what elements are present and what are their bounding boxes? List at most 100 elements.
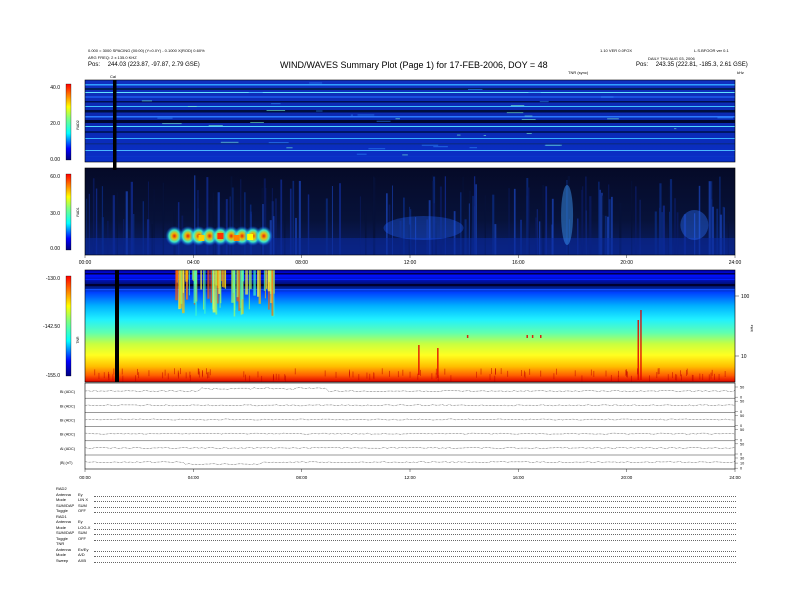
- footer-param-row: Sweep AXB: [56, 558, 736, 564]
- mag-right-label: 50: [740, 428, 744, 432]
- tnr-noise: [178, 372, 179, 379]
- tnr-noise: [121, 368, 123, 375]
- rad2-fleck: [456, 134, 461, 136]
- tnr-spike: [437, 348, 439, 378]
- tnr-burst-streak: [175, 270, 178, 301]
- rad2-cb-tick-1: 20.0: [50, 121, 60, 127]
- rad2-fleck: [250, 122, 264, 123]
- tnr-burst-streak: [265, 270, 268, 289]
- mag-rows: Bl (ADC)500Bl (ADC)500Bl (ADC)500Bl (ADC…: [60, 386, 744, 471]
- tnr-noise: [197, 368, 199, 375]
- rad2-fleck: [468, 89, 483, 90]
- tnr-noise: [500, 368, 502, 375]
- tnr-burst-streak: [204, 270, 206, 314]
- tnr-burst-streak: [185, 270, 188, 282]
- tnr-noise: [108, 371, 109, 378]
- tnr-noise: [335, 371, 337, 378]
- tnr-noise: [135, 375, 137, 382]
- rad2-band: [85, 138, 735, 139]
- rad2-band: [85, 116, 735, 118]
- rad1-burst-blob: [254, 226, 273, 246]
- tnr-burst-streak: [202, 270, 205, 310]
- tnr-noise: [148, 370, 150, 377]
- rad1-cb-tick-0: 60.0: [50, 174, 60, 180]
- tnr-noise: [373, 373, 375, 380]
- tnr-noise: [724, 371, 726, 378]
- tnr-burst-streak: [223, 270, 227, 288]
- rad1-cb-tick-1: 30.0: [50, 211, 60, 217]
- tnr-noise: [381, 368, 383, 375]
- mag-series-label: Al (ADC): [60, 447, 76, 451]
- tnr-right-label-100: 100: [741, 294, 750, 300]
- tnr-noise: [657, 368, 659, 375]
- tnr-noise: [103, 372, 105, 379]
- rad2-fleck: [433, 146, 448, 148]
- rad2-fleck: [674, 128, 677, 130]
- tnr-noise: [702, 373, 704, 380]
- tnr-noise: [691, 374, 693, 381]
- tnr-noise: [324, 370, 326, 377]
- tnr-noise: [714, 373, 715, 380]
- tnr-noise: [164, 369, 166, 376]
- tnr-noise: [626, 371, 627, 378]
- tnr-burst-streak: [238, 270, 241, 311]
- tnr-noise: [710, 372, 712, 379]
- tnr-burst-streak: [188, 270, 190, 296]
- tnr-noise: [494, 375, 496, 382]
- tnr-noise: [261, 375, 263, 382]
- tnr-cb-tick-0: -130.0: [46, 276, 60, 282]
- rad2-fleck: [521, 119, 536, 120]
- tnr-right-unit: kHz: [749, 325, 754, 332]
- tnr-noise: [113, 368, 115, 375]
- rad2-fleck: [601, 96, 614, 98]
- tnr-noise: [680, 370, 681, 377]
- footer-dotted-line: [94, 512, 736, 513]
- rad2-cb-tick-2: 0.00: [50, 157, 60, 163]
- tnr-noise: [206, 368, 207, 375]
- tnr-noise: [675, 374, 676, 381]
- tnr-burst-streak: [195, 270, 197, 316]
- tnr-noise: [431, 373, 433, 380]
- rad2-fleck: [376, 120, 391, 122]
- rad2-band: [85, 88, 735, 90]
- tnr-burst-streak: [233, 270, 236, 317]
- footer-param-key: Toggle: [56, 508, 68, 513]
- tnr-noise: [419, 369, 421, 376]
- mag-frame: [84, 382, 736, 470]
- tnr-burst-streak: [267, 270, 271, 292]
- rad2-fleck: [421, 144, 439, 146]
- mag-xtick-label: 16:00: [513, 475, 525, 480]
- rad2-cb-tick-0: 40.0: [50, 85, 60, 91]
- footer-param-row: Toggle OFF: [56, 508, 736, 514]
- rad1-xtick-label: 04:00: [187, 260, 200, 266]
- mag-right-label: 0: [740, 467, 742, 471]
- rad1-xtick-label: 00:00: [79, 260, 92, 266]
- rad2-band: [85, 92, 735, 93]
- mag-right-label: 50: [740, 400, 744, 404]
- mag-xtick-label: 24:00: [729, 475, 741, 480]
- rad2-fleck: [357, 114, 375, 116]
- tnr-noise: [480, 368, 482, 375]
- rad1-ylabel: RAD1: [76, 207, 80, 216]
- rad1-midday-glow: [383, 216, 464, 240]
- tnr-cb-tick-2: -155.0: [46, 373, 60, 379]
- tnr-noise: [94, 369, 96, 376]
- tnr-noise: [389, 370, 391, 377]
- tnr-noise: [692, 374, 694, 381]
- rad1-xtick-label: 20:00: [620, 260, 633, 266]
- tnr-noise: [711, 369, 713, 376]
- footer-dotted-line: [94, 561, 736, 563]
- tnr-burst-streak: [212, 270, 216, 313]
- tnr-noise: [349, 371, 350, 378]
- tnr-burst-streak: [218, 270, 221, 294]
- rad1-xaxis: 00:00 04:00 08:00 12:00 16:00 20:00 24:00: [79, 255, 741, 266]
- tnr-burst-streak: [200, 270, 203, 290]
- tnr-noise: [180, 368, 181, 375]
- tnr-noise: [209, 369, 211, 376]
- tnr-noise: [649, 375, 650, 382]
- rad2-fleck: [286, 147, 293, 149]
- cal-bar-tnr: [115, 270, 119, 382]
- rad2-panel: 40.0 20.0 0.00 RAD2: [50, 79, 736, 163]
- tnr-noise: [249, 375, 251, 382]
- tnr-noise: [521, 370, 523, 377]
